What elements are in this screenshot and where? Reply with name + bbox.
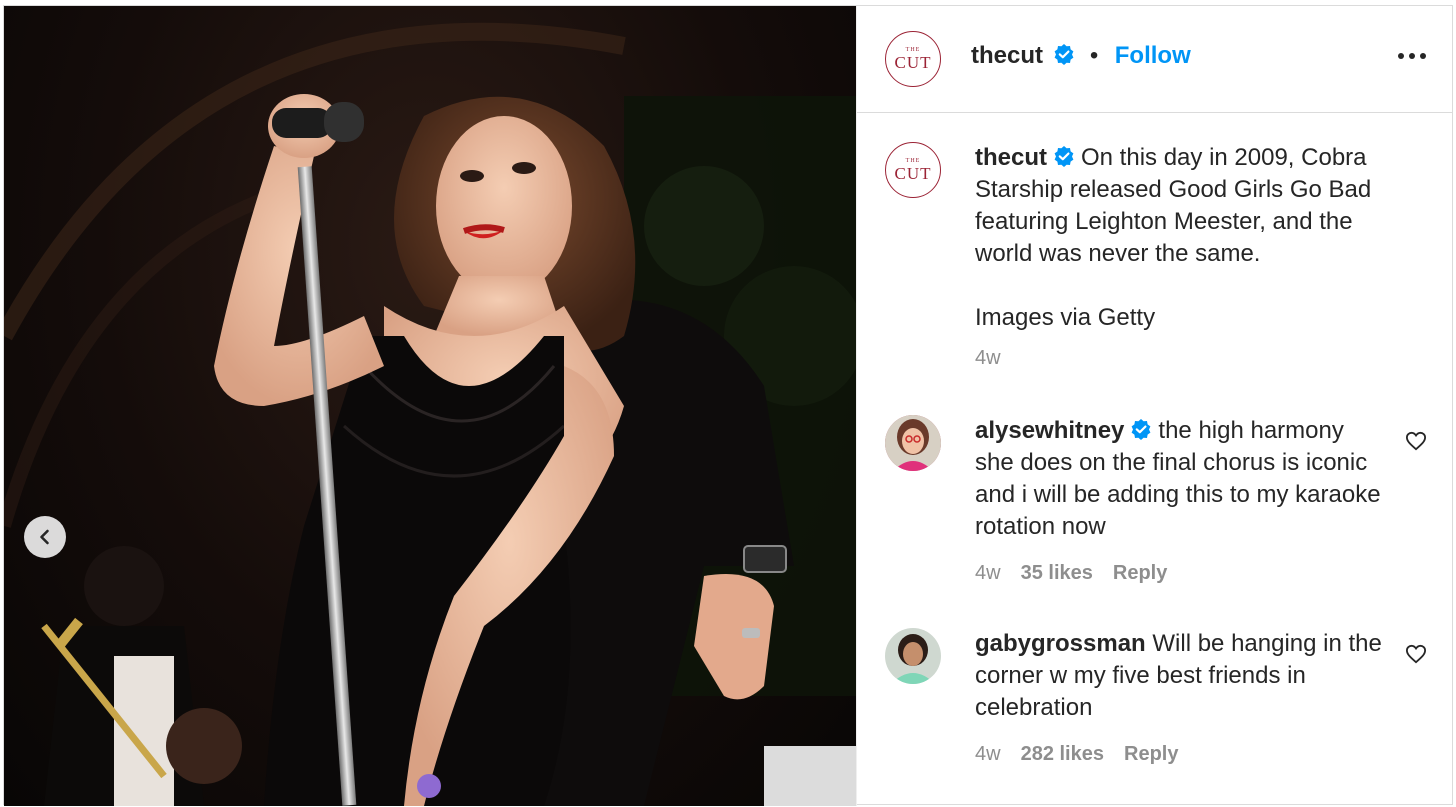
caption-avatar-cut-text: CUT	[894, 164, 932, 183]
comment-item: gabygrossman Will be hanging in the corn…	[975, 628, 1385, 770]
verified-badge-icon	[1054, 146, 1074, 167]
commenter-avatar[interactable]	[885, 628, 941, 684]
comment-meta: 4w 282 likes Reply	[975, 738, 1385, 770]
verified-badge-icon	[1055, 44, 1074, 65]
caption-username[interactable]: thecut	[975, 144, 1047, 171]
follow-button[interactable]: Follow	[1115, 42, 1191, 69]
chevron-left-icon	[40, 529, 49, 545]
comment-username[interactable]: gabygrossman	[975, 630, 1146, 657]
header-user-row: thecut • Follow	[971, 42, 1191, 70]
more-options-icon[interactable]	[1397, 52, 1427, 60]
comment-timestamp[interactable]: 4w	[975, 743, 1001, 765]
comment-likes[interactable]: 35 likes	[1021, 562, 1093, 584]
verified-badge-icon	[1132, 419, 1151, 440]
post-side-panel: THE CUT thecut • Follow THE CUT thecut O…	[856, 6, 1453, 806]
post-header: THE CUT thecut • Follow	[857, 6, 1453, 113]
comment-likes[interactable]: 282 likes	[1021, 743, 1104, 765]
header-username[interactable]: thecut	[971, 42, 1043, 69]
comment-timestamp[interactable]: 4w	[975, 562, 1001, 584]
instagram-post: THE CUT thecut • Follow THE CUT thecut O…	[3, 5, 1453, 806]
comment-username[interactable]: alysewhitney	[975, 417, 1124, 444]
author-avatar[interactable]: THE CUT	[885, 31, 941, 87]
comment-reply-button[interactable]: Reply	[1113, 562, 1167, 584]
heart-icon[interactable]	[1405, 431, 1427, 451]
heart-icon[interactable]	[1405, 644, 1427, 664]
commenter-avatar[interactable]	[885, 415, 941, 471]
avatar-photo-image	[885, 628, 941, 684]
caption-timestamp[interactable]: 4w	[975, 342, 1415, 374]
comment-meta: 4w 35 likes Reply	[975, 557, 1385, 589]
caption-credit: Images via Getty	[975, 304, 1156, 331]
comment-reply-button[interactable]: Reply	[1124, 743, 1178, 765]
post-caption: thecut On this day in 2009, Cobra Starsh…	[975, 142, 1415, 374]
previous-image-button[interactable]	[24, 516, 66, 558]
header-separator: •	[1089, 42, 1099, 69]
avatar-photo-image	[885, 415, 941, 471]
avatar-cut-text: CUT	[894, 53, 932, 72]
post-media[interactable]	[4, 6, 856, 806]
caption-author-avatar[interactable]: THE CUT	[885, 142, 941, 198]
comment-item: alysewhitney the high harmony she does o…	[975, 415, 1385, 589]
post-photo	[4, 22, 856, 806]
